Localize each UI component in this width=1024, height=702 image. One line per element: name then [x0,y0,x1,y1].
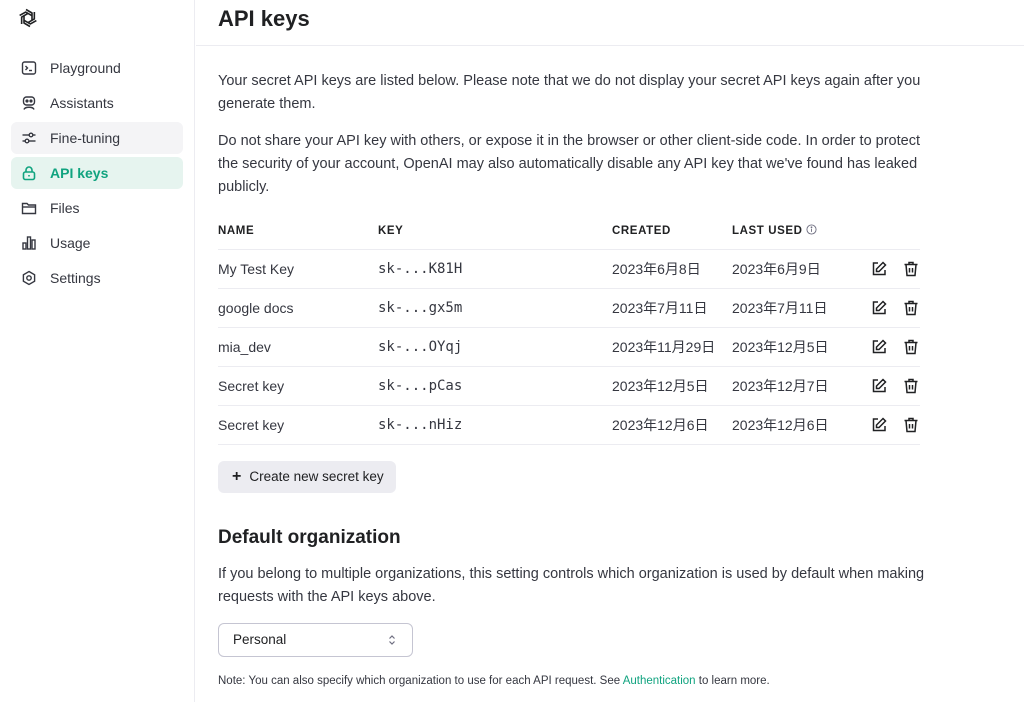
key-name: mia_dev [218,327,378,367]
sidebar-item-playground[interactable]: Playground [11,52,183,84]
sidebar-item-settings[interactable]: Settings [11,262,183,294]
column-header-name: NAME [218,213,378,250]
note-text-end: to learn more. [695,674,770,687]
row-actions [856,288,920,328]
gear-icon [20,269,38,287]
note-text: Note: You can also specify which organiz… [218,674,623,687]
create-button-label: Create new secret key [249,469,384,484]
openai-logo-icon[interactable] [16,6,40,30]
api-keys-section: Your secret API keys are listed below. P… [218,70,928,687]
key-value: sk-...gx5m [378,288,612,328]
sidebar-nav: Playground Assistants Fine-tuning API ke… [11,52,183,297]
sidebar-item-label: Usage [50,235,91,251]
key-name: google docs [218,288,378,328]
info-icon[interactable] [806,224,817,235]
sidebar-item-label: API keys [50,165,109,181]
sidebar-item-usage[interactable]: Usage [11,227,183,259]
table-row: Secret key sk-...nHiz 2023年12月6日 2023年12… [218,405,920,445]
main-content: API keys Your secret API keys are listed… [196,0,1024,702]
key-last-used: 2023年7月11日 [732,288,856,328]
key-last-used: 2023年12月7日 [732,366,856,406]
row-actions [856,405,920,445]
sidebar-item-label: Settings [50,270,101,286]
key-value: sk-...K81H [378,249,612,289]
trash-icon[interactable] [902,299,920,317]
key-created: 2023年12月5日 [612,366,732,406]
terminal-icon [20,59,38,77]
key-last-used: 2023年12月5日 [732,327,856,367]
table-row: mia_dev sk-...OYqj 2023年11月29日 2023年12月5… [218,327,920,367]
chevron-up-down-icon [389,634,395,645]
default-organization-title: Default organization [218,526,401,548]
column-header-key: KEY [378,213,612,250]
edit-icon[interactable] [870,260,888,278]
table-row: google docs sk-...gx5m 2023年7月11日 2023年7… [218,288,920,328]
sidebar-item-label: Playground [50,60,121,76]
sidebar-item-files[interactable]: Files [11,192,183,224]
key-value: sk-...OYqj [378,327,612,367]
table-header-row: NAME KEY CREATED LAST USED [218,213,920,250]
key-name: Secret key [218,405,378,445]
column-header-last-used-label: LAST USED [732,225,803,238]
api-keys-table: NAME KEY CREATED LAST USED My Test Key s… [218,213,920,445]
create-new-secret-key-button[interactable]: + Create new secret key [218,460,396,493]
folder-icon [20,199,38,217]
edit-icon[interactable] [870,338,888,356]
sliders-icon [20,129,38,147]
row-actions [856,366,920,406]
key-created: 2023年11月29日 [612,327,732,367]
sidebar-item-label: Fine-tuning [50,130,121,146]
authentication-link[interactable]: Authentication [623,675,696,687]
column-header-actions [856,213,920,250]
key-value: sk-...nHiz [378,405,612,445]
column-header-last-used: LAST USED [732,213,856,250]
sidebar-item-label: Assistants [50,95,114,111]
table-row: Secret key sk-...pCas 2023年12月5日 2023年12… [218,366,920,406]
organization-select-value: Personal [233,632,287,647]
warning-paragraph: Do not share your API key with others, o… [218,133,920,195]
edit-icon[interactable] [870,299,888,317]
sidebar: Playground Assistants Fine-tuning API ke… [0,0,195,702]
organization-note: Note: You can also specify which organiz… [218,675,928,687]
sidebar-item-assistants[interactable]: Assistants [11,87,183,119]
trash-icon[interactable] [902,416,920,434]
trash-icon[interactable] [902,377,920,395]
page-title: API keys [218,6,310,31]
sidebar-item-fine-tuning[interactable]: Fine-tuning [11,122,183,154]
column-header-created: CREATED [612,213,732,250]
page-header: API keys [196,0,1024,46]
row-actions [856,249,920,289]
key-created: 2023年6月8日 [612,249,732,289]
intro-paragraph: Your secret API keys are listed below. P… [218,73,921,112]
edit-icon[interactable] [870,416,888,434]
key-value: sk-...pCas [378,366,612,406]
key-name: My Test Key [218,249,378,289]
key-last-used: 2023年6月9日 [732,249,856,289]
key-name: Secret key [218,366,378,406]
key-created: 2023年12月6日 [612,405,732,445]
organization-description: If you belong to multiple organizations,… [218,565,925,605]
bar-chart-icon [20,234,38,252]
lock-icon [20,164,38,182]
robot-icon [20,94,38,112]
plus-icon: + [232,467,242,485]
trash-icon[interactable] [902,338,920,356]
trash-icon[interactable] [902,260,920,278]
sidebar-item-api-keys[interactable]: API keys [11,157,183,189]
key-last-used: 2023年12月6日 [732,405,856,445]
row-actions [856,327,920,367]
sidebar-item-label: Files [50,200,80,216]
key-created: 2023年7月11日 [612,288,732,328]
edit-icon[interactable] [870,377,888,395]
organization-select[interactable]: Personal [218,622,413,657]
table-row: My Test Key sk-...K81H 2023年6月8日 2023年6月… [218,249,920,289]
